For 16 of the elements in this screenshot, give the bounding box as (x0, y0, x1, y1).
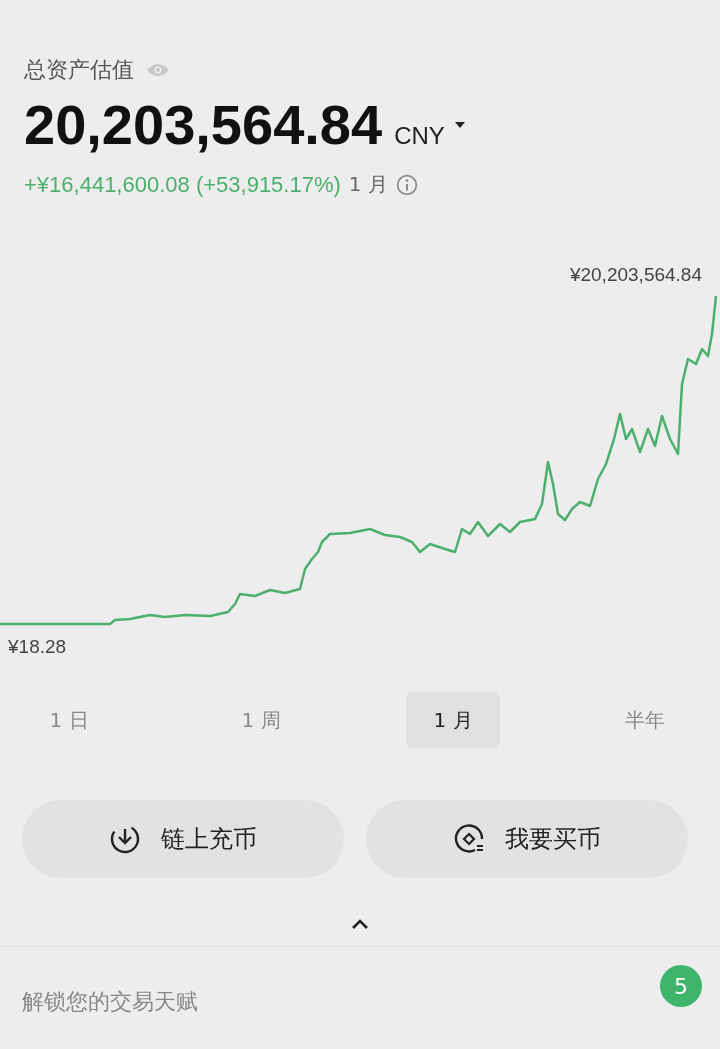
total-amount: 20,203,564.84 (24, 92, 383, 157)
unlock-talent-text: 解锁您的交易天赋 (22, 988, 198, 1016)
period-tab[interactable]: 1 月 (406, 692, 500, 748)
high-value-label: ¥20,203,564.84 (569, 264, 702, 286)
profit-change: +¥16,441,600.08 (+53,915.17%) (24, 171, 341, 198)
caret-icon[interactable] (454, 121, 465, 128)
low-value-label: ¥18.28 (8, 636, 67, 658)
coin-icon (453, 823, 485, 855)
notification-badge: 5 (660, 965, 702, 1007)
action-button[interactable]: 链上充币 (22, 800, 344, 878)
info-icon[interactable] (395, 173, 418, 196)
action-button[interactable]: 我要买币 (366, 800, 688, 878)
total-assets-label: 总资产估值 (24, 56, 134, 84)
period-label: 1 月 (348, 171, 388, 198)
currency-selector[interactable]: CNY (382, 122, 445, 150)
chevron-up-icon[interactable] (350, 918, 370, 930)
